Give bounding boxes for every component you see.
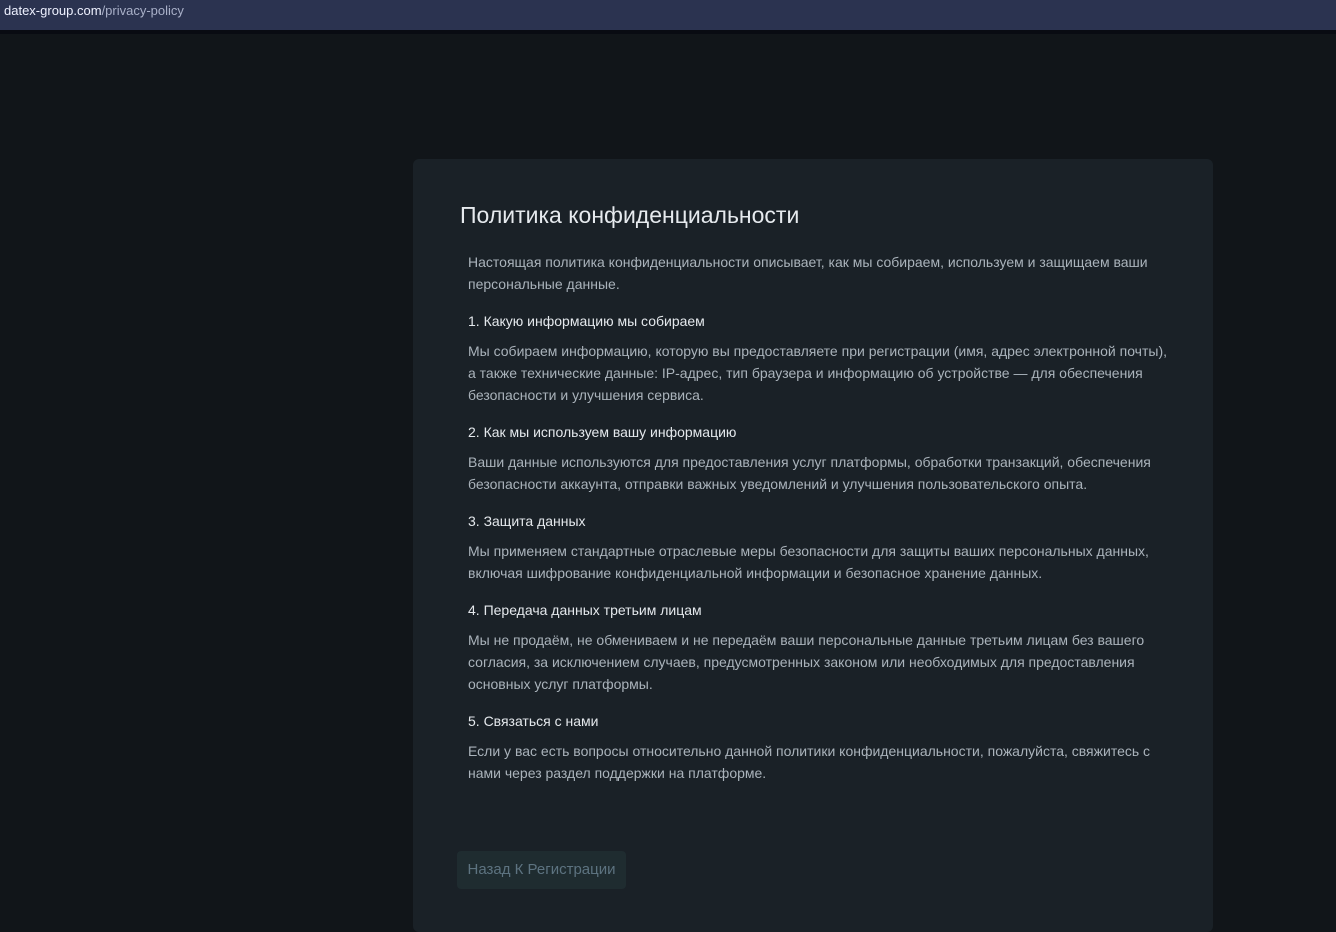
policy-intro: Настоящая политика конфиденциальности оп…	[468, 254, 1148, 292]
section-heading: 4. Передача данных третьим лицам	[468, 602, 702, 618]
page-background: Политика конфиденциальности Настоящая по…	[0, 34, 1336, 932]
url-path: /privacy-policy	[101, 3, 184, 18]
back-to-registration-button[interactable]: Назад К Регистрации	[457, 851, 626, 889]
section-text: Если у вас есть вопросы относительно дан…	[468, 743, 1151, 781]
section-text: Ваши данные используются для предоставле…	[468, 454, 1151, 492]
policy-section-protection: 3. Защита данных Мы применяем стандартны…	[468, 510, 1168, 584]
section-heading: 2. Как мы используем вашу информацию	[468, 424, 737, 440]
url-domain: datex-group.com	[4, 3, 102, 18]
section-heading: 5. Связаться с нами	[468, 713, 599, 729]
privacy-policy-card: Политика конфиденциальности Настоящая по…	[413, 159, 1213, 932]
section-text: Мы применяем стандартные отраслевые меры…	[468, 543, 1149, 581]
policy-content: Настоящая политика конфиденциальности оп…	[468, 251, 1168, 799]
policy-section-third-parties: 4. Передача данных третьим лицам Мы не п…	[468, 599, 1168, 695]
policy-section-contact: 5. Связаться с нами Если у вас есть вопр…	[468, 710, 1168, 784]
section-heading: 1. Какую информацию мы собираем	[468, 313, 705, 329]
page-title: Политика конфиденциальности	[460, 202, 800, 228]
section-text: Мы не продаём, не обмениваем и не переда…	[468, 632, 1145, 692]
policy-section-usage: 2. Как мы используем вашу информацию Ваш…	[468, 421, 1168, 495]
section-text: Мы собираем информацию, которую вы предо…	[468, 343, 1168, 403]
policy-section-collect: 1. Какую информацию мы собираем Мы собир…	[468, 310, 1168, 406]
section-heading: 3. Защита данных	[468, 513, 586, 529]
browser-address-bar[interactable]: datex-group.com/privacy-policy	[0, 0, 1336, 30]
url-text[interactable]: datex-group.com/privacy-policy	[4, 3, 184, 19]
